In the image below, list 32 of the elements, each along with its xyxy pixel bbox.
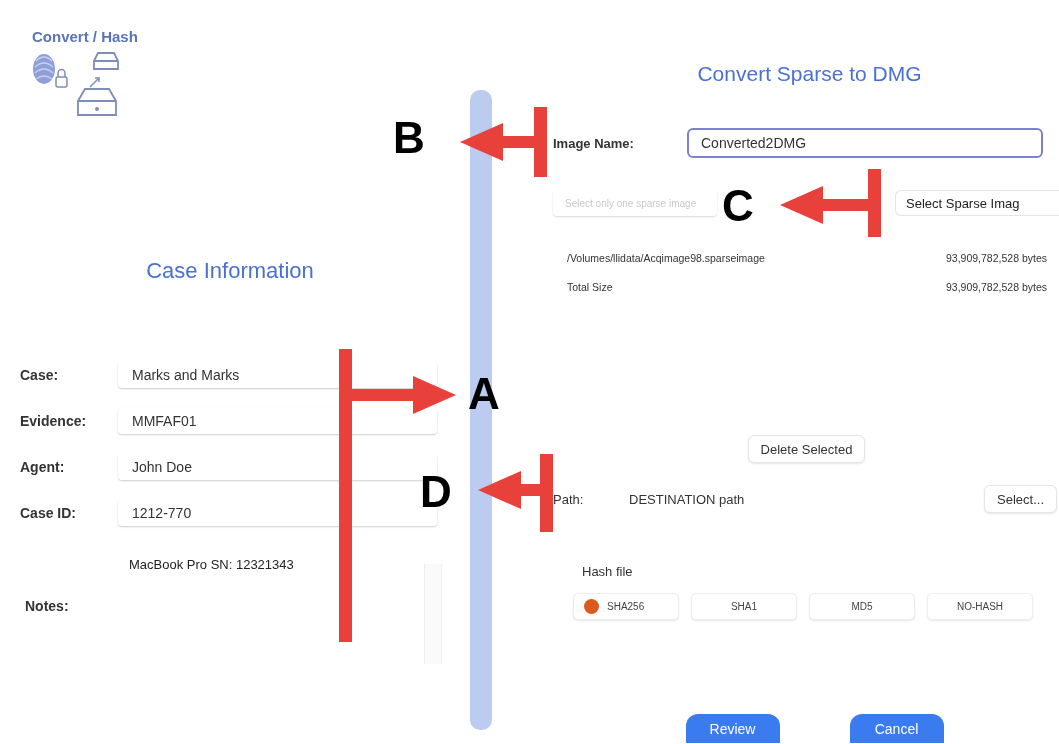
- field-label: Agent:: [19, 459, 66, 475]
- section-heading: Case Information: [145, 258, 315, 284]
- field-label: Case ID:: [19, 505, 78, 521]
- device-info: MacBook Pro SN: 12321343: [129, 557, 295, 572]
- app-title: Convert / Hash: [32, 28, 138, 45]
- cancel-button[interactable]: Cancel: [849, 714, 944, 743]
- annotation-letter: A: [468, 372, 500, 416]
- review-button[interactable]: Review: [685, 714, 780, 743]
- field-label: Path:: [553, 491, 585, 507]
- hash-option[interactable]: SHA1: [691, 593, 797, 620]
- hash-option[interactable]: MD5: [809, 593, 915, 620]
- text-field[interactable]: Marks and Marks: [118, 362, 437, 388]
- image-name-field[interactable]: Converted2DMG: [687, 128, 1043, 158]
- file-path: Total Size: [567, 281, 613, 293]
- dialog-title: Convert Sparse to DMG: [696, 62, 923, 86]
- annotation-letter: C: [722, 184, 754, 228]
- hash-option[interactable]: SHA256: [573, 593, 679, 620]
- annotation-letter: B: [393, 116, 425, 160]
- select-path-button[interactable]: Select...: [984, 485, 1057, 513]
- file-size: 93,909,782,528 bytes: [946, 281, 1047, 293]
- select-sparse-button[interactable]: Select Sparse Imag: [895, 190, 1059, 216]
- delete-selected-button[interactable]: Delete Selected: [747, 435, 866, 463]
- field-label: Evidence:: [19, 413, 88, 429]
- hash-option[interactable]: NO-HASH: [927, 593, 1033, 620]
- file-path: /Volumes/llidata/Acqimage98.sparseimage: [567, 252, 765, 264]
- field-label: Notes:: [24, 597, 70, 616]
- path-value: DESTINATION path: [629, 491, 746, 507]
- field-label: Case:: [19, 367, 60, 383]
- file-size: 93,909,782,528 bytes: [946, 252, 1047, 264]
- hash-label: Hash file: [582, 564, 634, 579]
- field-label: Image Name:: [553, 135, 635, 151]
- text-field[interactable]: MMFAF01: [118, 408, 437, 434]
